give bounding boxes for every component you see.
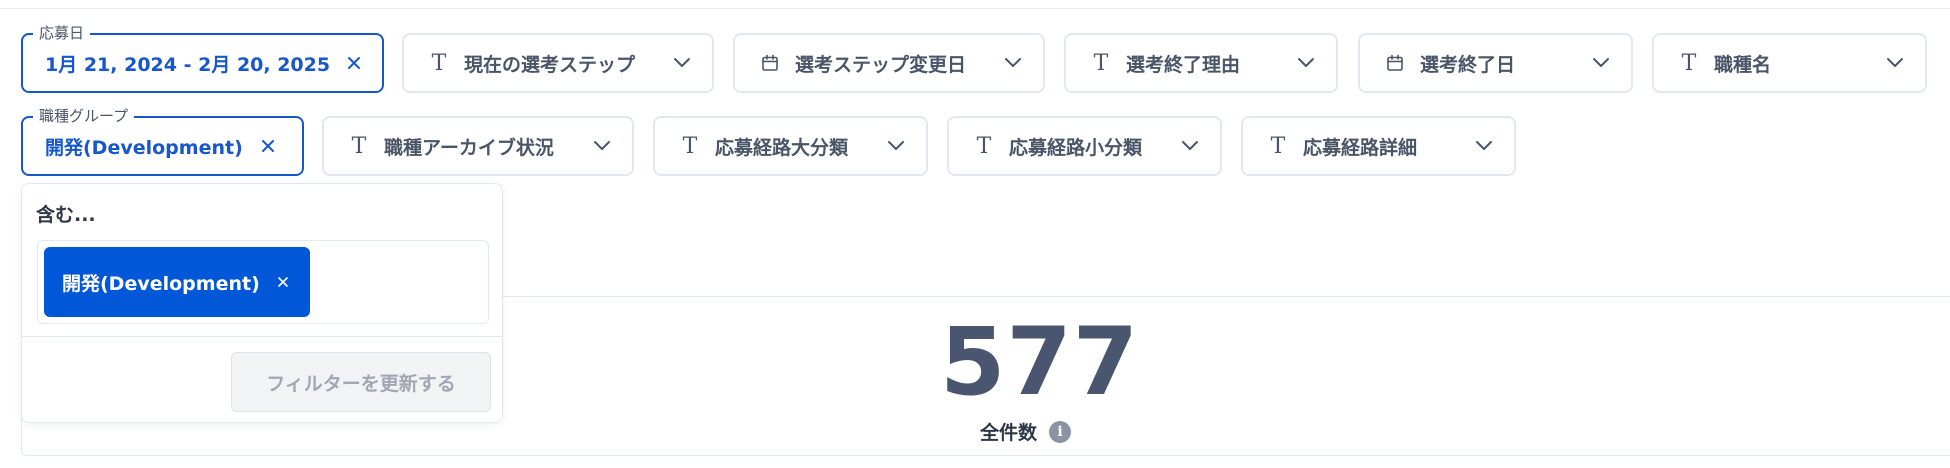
- clear-icon[interactable]: [259, 137, 277, 155]
- text-icon: T: [976, 133, 992, 159]
- total-count-label: 全件数: [980, 422, 1038, 444]
- filter-current-step[interactable]: T 現在の選考ステップ: [402, 33, 714, 93]
- filter-legend: 応募日: [33, 23, 91, 43]
- filter-application-date[interactable]: 応募日 1月 21, 2024 - 2月 20, 2025: [21, 23, 384, 93]
- filter-label: 職種名: [1714, 53, 1772, 76]
- filter-label: 応募経路大分類: [715, 136, 849, 159]
- filter-end-date[interactable]: 選考終了日: [1358, 33, 1633, 93]
- filter-route-minor[interactable]: T 応募経路小分類: [947, 116, 1222, 176]
- chevron-down-icon: [1885, 53, 1905, 73]
- filter-step-change-date[interactable]: 選考ステップ変更日: [733, 33, 1045, 93]
- text-icon: T: [1270, 133, 1286, 159]
- filter-value: 1月 21, 2024 - 2月 20, 2025: [45, 53, 331, 76]
- info-icon[interactable]: i: [1049, 420, 1072, 443]
- popover-title: 含む...: [36, 204, 96, 226]
- filter-label: 応募経路小分類: [1009, 136, 1143, 159]
- text-icon: T: [431, 50, 447, 76]
- calendar-icon: [757, 54, 783, 72]
- calendar-icon: [1382, 54, 1408, 72]
- tag-label: 開発(Development): [62, 272, 260, 295]
- text-icon: T: [351, 133, 367, 159]
- remove-tag-icon[interactable]: [276, 275, 290, 289]
- filter-label: 応募経路詳細: [1303, 136, 1418, 159]
- chevron-down-icon: [1474, 136, 1494, 156]
- chevron-down-icon: [1180, 136, 1200, 156]
- chevron-down-icon: [1003, 53, 1023, 73]
- filter-route-detail[interactable]: T 応募経路詳細: [1241, 116, 1516, 176]
- filter-route-major[interactable]: T 応募経路大分類: [653, 116, 928, 176]
- selected-tag: 開発(Development): [44, 247, 310, 317]
- chevron-down-icon: [886, 136, 906, 156]
- filter-label: 選考ステップ変更日: [795, 53, 967, 76]
- filter-label: 職種アーカイブ状況: [384, 136, 554, 159]
- filter-job-archive[interactable]: T 職種アーカイブ状況: [322, 116, 634, 176]
- total-count-value: 577: [940, 308, 1140, 417]
- filter-label: 選考終了日: [1420, 53, 1516, 76]
- chevron-down-icon: [592, 136, 612, 156]
- filter-label: 選考終了理由: [1126, 53, 1241, 76]
- top-divider: [0, 8, 1950, 9]
- filter-legend: 職種グループ: [33, 106, 135, 126]
- update-filter-button[interactable]: フィルターを更新する: [231, 352, 491, 412]
- popover-divider: [22, 336, 502, 337]
- text-icon: T: [682, 133, 698, 159]
- metric-label-row: 全件数 i: [980, 418, 1072, 445]
- text-icon: T: [1093, 50, 1109, 76]
- chevron-down-icon: [672, 53, 692, 73]
- clear-icon[interactable]: [346, 54, 362, 72]
- job-group-filter-popover: 含む... 開発(Development) フィルターを更新する: [21, 183, 503, 423]
- filter-label: 現在の選考ステップ: [464, 53, 636, 76]
- filter-job-group[interactable]: 職種グループ 開発(Development): [21, 106, 304, 176]
- filter-end-reason[interactable]: T 選考終了理由: [1064, 33, 1338, 93]
- chevron-down-icon: [1296, 53, 1316, 73]
- chevron-down-icon: [1591, 53, 1611, 73]
- filter-job-name[interactable]: T 職種名: [1652, 33, 1927, 93]
- text-icon: T: [1681, 50, 1697, 76]
- selected-tags-input[interactable]: 開発(Development): [37, 240, 489, 324]
- filter-value: 開発(Development): [45, 136, 243, 159]
